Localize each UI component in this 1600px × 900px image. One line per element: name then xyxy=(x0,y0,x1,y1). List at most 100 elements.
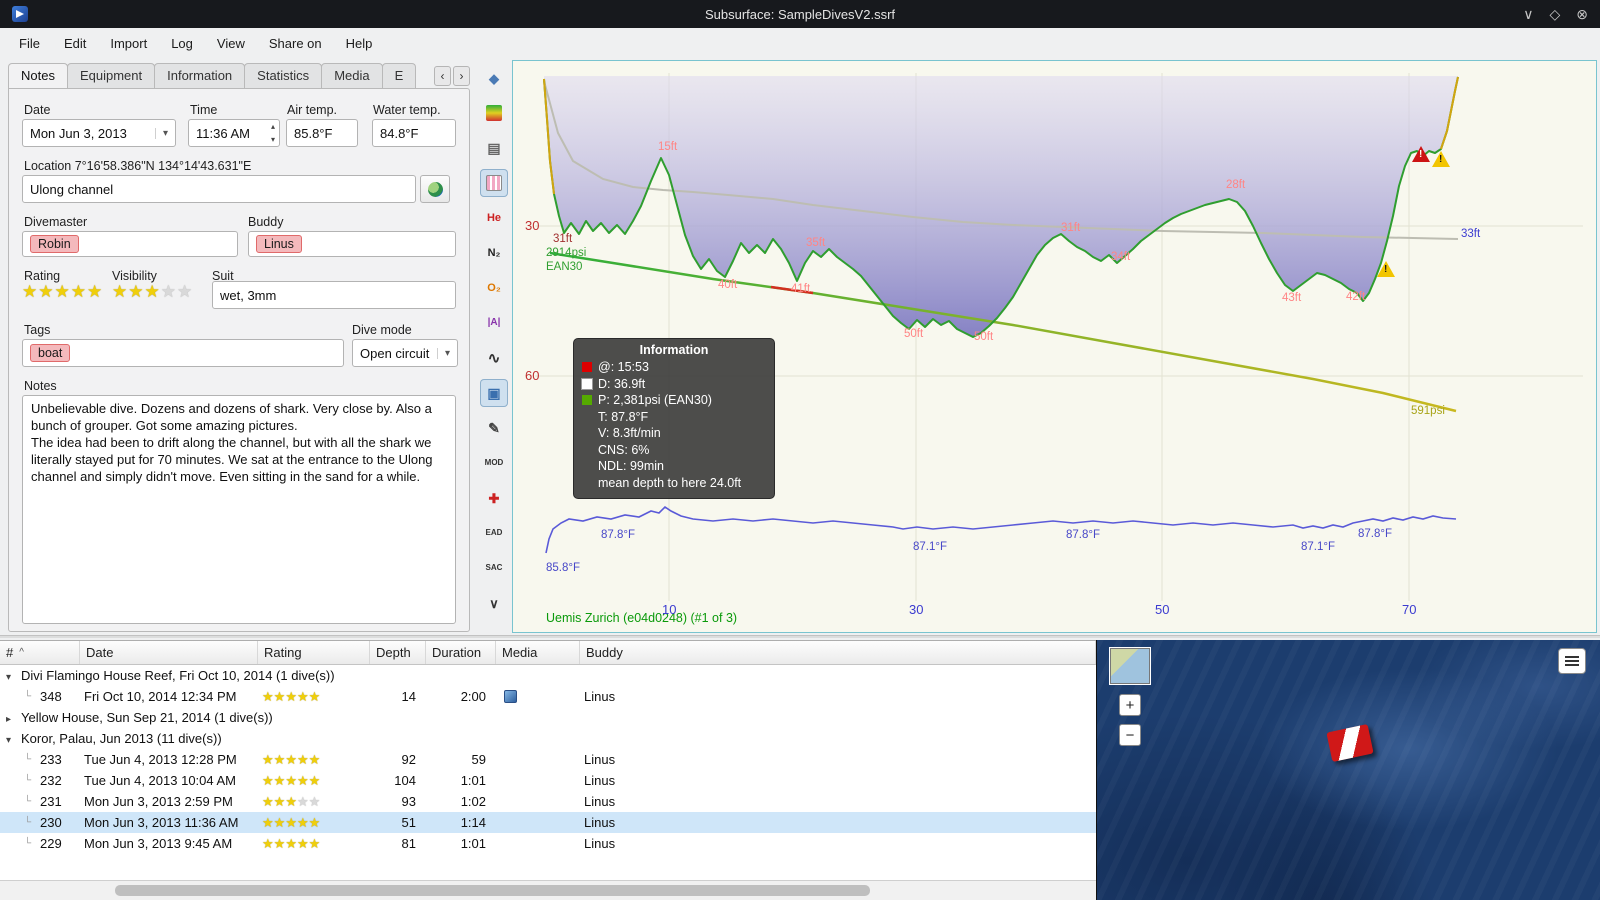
dc-ceiling-icon[interactable]: ◆ xyxy=(480,64,508,92)
tags-input[interactable]: boat xyxy=(22,339,344,367)
menu-item-edit[interactable]: Edit xyxy=(53,32,97,55)
tab-scroll-right-button[interactable]: › xyxy=(453,66,470,86)
dive-number: └ 348 xyxy=(0,686,80,707)
horizontal-scrollbar[interactable] xyxy=(0,880,1096,900)
column-header-depth[interactable]: Depth xyxy=(370,641,426,664)
star-filled-icon[interactable]: ★ xyxy=(55,283,70,300)
dive-profile[interactable]: Information @: 15:53 D: 36.9ft P: 2,381psi… xyxy=(512,60,1597,633)
star-filled-icon[interactable]: ★ xyxy=(22,283,37,300)
dive-row-231[interactable]: └ 231 Mon Jun 3, 2013 2:59 PM ★ ★ ★ ★ ★ 93 1:02 Li… xyxy=(0,791,1096,812)
map-menu-button[interactable] xyxy=(1558,648,1586,674)
dive-date: Mon Jun 3, 2013 9:45 AM xyxy=(84,836,233,851)
star-filled-icon[interactable]: ★ xyxy=(128,283,143,300)
media-photos-icon[interactable] xyxy=(504,690,517,703)
chevron-expanded-icon[interactable]: ▾ xyxy=(6,667,21,686)
star-filled-icon: ★ xyxy=(273,836,286,851)
pp-graph-icon[interactable]: |A| xyxy=(480,309,508,337)
star-filled-icon[interactable]: ★ xyxy=(87,283,102,300)
ndl-icon[interactable]: ✚ xyxy=(480,484,508,512)
map-panel[interactable]: + − xyxy=(1096,640,1600,900)
tag-chip[interactable]: boat xyxy=(30,344,71,362)
buddy-tag[interactable]: Linus xyxy=(256,235,302,253)
date-select[interactable]: Mon Jun 3, 2013 xyxy=(22,119,176,147)
column-header-date[interactable]: Date xyxy=(80,641,258,664)
dive-row-233[interactable]: └ 233 Tue Jun 4, 2013 12:28 PM ★ ★ ★ ★ ★ 92 59 Lin… xyxy=(0,749,1096,770)
tab-e[interactable]: E xyxy=(381,63,417,88)
sac-icon[interactable]: SAC xyxy=(480,554,508,582)
trip-row[interactable]: ▾ Divi Flamingo House Reef, Fri Oct 10, 2… xyxy=(0,665,1096,686)
ruler-icon[interactable]: ▤ xyxy=(480,134,508,162)
star-filled-icon[interactable]: ★ xyxy=(112,283,127,300)
dive-site-marker[interactable] xyxy=(1326,723,1374,763)
divemaster-label: Divemaster xyxy=(24,215,88,229)
location-input[interactable]: Ulong channel xyxy=(22,175,416,203)
shade-gradient-icon[interactable] xyxy=(480,99,508,127)
overview-map[interactable] xyxy=(1110,648,1150,684)
dive-row-348[interactable]: └ 348 Fri Oct 10, 2014 12:34 PM ★ ★ ★ ★ ★ 14 2:00… xyxy=(0,686,1096,707)
heartrate-icon[interactable]: ∿ xyxy=(480,344,508,372)
zoom-in-button[interactable]: + xyxy=(1119,694,1141,716)
tissue-heatmap-icon[interactable] xyxy=(480,169,508,197)
column-header-media[interactable]: Media xyxy=(496,641,580,664)
menu-item-log[interactable]: Log xyxy=(160,32,204,55)
tab-media[interactable]: Media xyxy=(321,63,383,88)
dive-row-229[interactable]: └ 229 Mon Jun 3, 2013 9:45 AM ★ ★ ★ ★ ★ 81 1:01 Li… xyxy=(0,833,1096,854)
close-button[interactable]: ⊗ xyxy=(1576,6,1588,23)
dive-row-230[interactable]: └ 230 Mon Jun 3, 2013 11:36 AM ★ ★ ★ ★ ★ 51 1:14 L… xyxy=(0,812,1096,833)
chevron-collapsed-icon[interactable]: ▸ xyxy=(6,709,21,728)
time-spinbox[interactable]: 11:36 AM xyxy=(188,119,280,147)
divemaster-tag[interactable]: Robin xyxy=(30,235,79,253)
column-header-rating[interactable]: Rating xyxy=(258,641,370,664)
ead-icon[interactable]: EAD xyxy=(480,519,508,547)
star-filled-icon[interactable]: ★ xyxy=(71,283,86,300)
star-empty-icon[interactable]: ★ xyxy=(177,283,192,300)
notes-textarea[interactable]: Unbelievable dive. Dozens and dozens of … xyxy=(22,395,456,624)
trip-row[interactable]: ▸ Yellow House, Sun Sep 21, 2014 (1 dive(… xyxy=(0,707,1096,728)
zoom-out-button[interactable]: − xyxy=(1119,724,1141,746)
menu-item-help[interactable]: Help xyxy=(335,32,384,55)
tab-information[interactable]: Information xyxy=(154,63,246,88)
edit-icon[interactable]: ✎ xyxy=(480,414,508,442)
menu-item-share-on[interactable]: Share on xyxy=(258,32,333,55)
divemaster-input[interactable]: Robin xyxy=(22,231,238,257)
suit-input[interactable]: wet, 3mm xyxy=(212,281,456,309)
column-header-buddy[interactable]: Buddy xyxy=(580,641,1096,664)
visibility-stars[interactable]: ★ ★ ★ ★ ★ xyxy=(112,283,193,300)
dive-media xyxy=(496,686,580,707)
tab-equipment[interactable]: Equipment xyxy=(66,63,156,88)
map-lookup-button[interactable] xyxy=(420,175,450,203)
tab-notes[interactable]: Notes xyxy=(8,63,68,88)
menu-item-file[interactable]: File xyxy=(8,32,51,55)
mod-icon[interactable]: MOD xyxy=(480,449,508,477)
he-toggle-icon[interactable]: He xyxy=(480,204,508,232)
star-empty-icon[interactable]: ★ xyxy=(161,283,176,300)
column-header-duration[interactable]: Duration xyxy=(426,641,496,664)
collapse-profile-icon[interactable]: ∨ xyxy=(480,589,508,617)
buddy-input[interactable]: Linus xyxy=(248,231,456,257)
menu-item-import[interactable]: Import xyxy=(99,32,158,55)
o2-toggle-icon[interactable]: O₂ xyxy=(480,274,508,302)
water-temp-field[interactable]: 84.8°F xyxy=(372,119,456,147)
rating-stars[interactable]: ★ ★ ★ ★ ★ xyxy=(22,283,103,300)
horizontal-splitter[interactable] xyxy=(0,635,1600,638)
minimize-button[interactable]: ∨ xyxy=(1523,6,1533,23)
dive-row-232[interactable]: └ 232 Tue Jun 4, 2013 10:04 AM ★ ★ ★ ★ ★ 104 1:01… xyxy=(0,770,1096,791)
dive-rating: ★ ★ ★ ★ ★ xyxy=(258,812,370,833)
photos-toggle-icon[interactable]: ▣ xyxy=(480,379,508,407)
sort-ascending-icon: ^ xyxy=(19,647,24,658)
star-filled-icon[interactable]: ★ xyxy=(38,283,53,300)
menu-item-view[interactable]: View xyxy=(206,32,256,55)
air-temp-field[interactable]: 85.8°F xyxy=(286,119,358,147)
dive-date: Mon Jun 3, 2013 11:36 AM xyxy=(84,815,239,830)
scrollbar-thumb[interactable] xyxy=(115,885,870,896)
dive-mode-select[interactable]: Open circuit xyxy=(352,339,458,367)
maximize-button[interactable]: ◇ xyxy=(1549,6,1560,23)
star-filled-icon[interactable]: ★ xyxy=(145,283,160,300)
tab-scroll-left-button[interactable]: ‹ xyxy=(434,66,451,86)
tree-connector: └ xyxy=(24,775,32,786)
tab-statistics[interactable]: Statistics xyxy=(244,63,323,88)
chevron-expanded-icon[interactable]: ▾ xyxy=(6,730,21,749)
n2-toggle-icon[interactable]: N₂ xyxy=(480,239,508,267)
trip-row[interactable]: ▾ Koror, Palau, Jun 2013 (11 dive(s)) xyxy=(0,728,1096,749)
column-header-[interactable]: # ^ xyxy=(0,641,80,664)
